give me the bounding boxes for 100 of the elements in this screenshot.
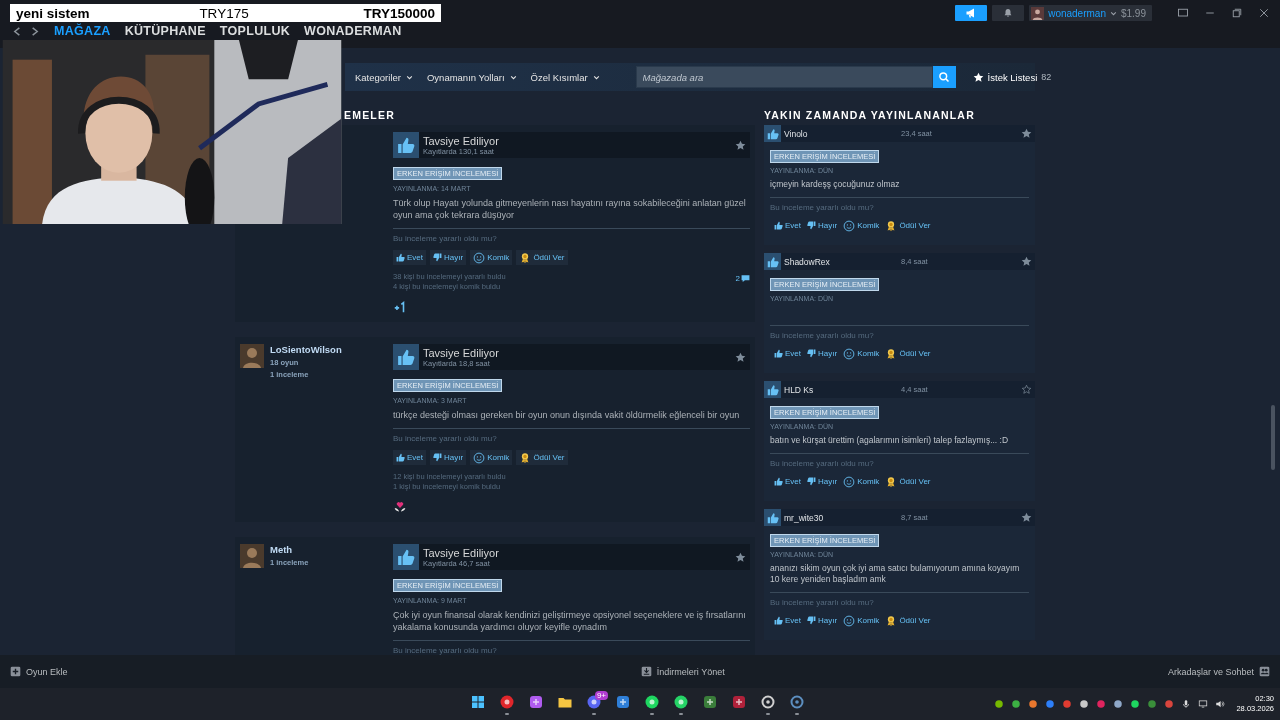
tray-icon[interactable] [1130,699,1141,709]
search-field[interactable]: Mağazada ara [635,66,933,88]
announcements-button[interactable] [955,5,988,21]
star-icon[interactable] [1021,512,1032,523]
vote-button[interactable]: Hayır [807,613,838,628]
vote-button[interactable]: Ödül Ver [516,450,568,465]
scrollbar-thumb[interactable] [1271,405,1275,470]
account-name: wonaderman [1048,7,1106,19]
thumbs-down-icon [807,616,816,625]
author-name[interactable]: ShadowRex [784,256,901,267]
app-icon[interactable] [499,693,515,710]
app-icon[interactable] [731,693,747,710]
volume-icon[interactable] [1215,699,1226,709]
vote-button[interactable]: Hayır [430,250,467,265]
vote-button[interactable]: Komik [470,250,513,265]
vote-button[interactable]: Evet [393,450,426,465]
review-text: ananızı sikim oyun çok iyi ama satıcı bulamıyorum amına koyayım 10 kere yeniden başladım amk [770,563,1020,584]
vote-button[interactable]: Ödül Ver [885,346,931,361]
author-name[interactable]: Vinolo [784,128,901,139]
helpful-question: Bu inceleme yararlı oldu mu? [393,434,498,443]
tray-icon[interactable] [1028,699,1039,709]
account-button[interactable]: wonaderman $1.99 [1029,5,1152,21]
thumbs-up-icon [766,255,779,268]
vote-button[interactable]: Hayır [807,474,838,489]
vote-button[interactable]: Hayır [807,218,838,233]
nav-tab[interactable]: WONADERMAN [304,24,402,38]
vote-button[interactable]: Ödül Ver [885,474,931,489]
star-icon[interactable] [735,139,746,151]
vote-button[interactable]: Ödül Ver [516,250,568,265]
comments-link[interactable]: 2 [735,274,750,283]
smiley-icon [843,219,856,232]
helpful-question: Bu inceleme yararlı oldu mu? [393,234,498,243]
star-icon[interactable] [735,351,746,363]
app-icon[interactable] [528,693,544,710]
app-icon[interactable] [673,693,689,710]
tray-icon[interactable] [994,699,1005,709]
plus-one-award-icon [393,300,407,314]
nav-menu[interactable]: Kategoriler [355,71,413,83]
vote-button[interactable]: Komik [843,218,880,233]
microphone-icon[interactable] [1181,699,1192,709]
chevron-down-icon [405,73,413,81]
friends-icon [1259,666,1270,677]
vote-button[interactable]: Evet [393,250,426,265]
vote-button[interactable]: Ödül Ver [885,218,931,233]
vote-button[interactable]: Ödül Ver [885,613,931,628]
wishlist-link[interactable]: İstek Listesi 82 [972,71,1052,83]
nav-tab[interactable]: KÜTÜPHANE [124,24,206,38]
downloads-button[interactable]: İndirmeleri Yönet [640,666,725,677]
tray-icon[interactable] [1079,699,1090,709]
smiley-icon [473,251,486,264]
app-icon[interactable] [615,693,631,710]
chevron-down-icon [509,73,517,81]
thumbs-up-icon [774,221,783,230]
thumbs-down-icon [807,221,816,230]
vote-button[interactable]: Evet [774,346,801,361]
search-icon [938,71,951,83]
thumbs-up-icon [766,383,779,396]
add-game-button[interactable]: Oyun Ekle [10,666,68,677]
app-icon[interactable] [470,693,486,710]
app-icon[interactable] [760,693,776,710]
nav-tab[interactable]: TOPLULUK [219,24,291,38]
star-icon[interactable] [735,551,746,563]
vote-button[interactable]: Komik [843,474,880,489]
star-icon[interactable] [1021,128,1032,139]
nav-menu[interactable]: Oynamanın Yolları [426,71,517,83]
close-icon[interactable] [1258,7,1270,19]
app-icon[interactable] [644,693,660,710]
author-name[interactable]: HLD Ks [784,384,901,395]
vote-button[interactable]: Komik [843,613,880,628]
maximize-icon[interactable] [1231,7,1243,19]
author-name[interactable]: LoSientoWilson [270,344,342,355]
bell-icon [1003,8,1014,18]
vote-button[interactable]: Komik [843,346,880,361]
author-name[interactable]: mr_wite30 [784,512,901,523]
forward-icon[interactable] [29,25,40,37]
app-icon[interactable] [702,693,718,710]
nav-menu[interactable]: Özel Kısımlar [530,71,600,83]
tray-icon[interactable] [1113,699,1124,709]
tray-icon[interactable] [1147,699,1158,709]
thumbs-up-icon [774,349,783,358]
nav-tab[interactable]: MAĞAZA [54,24,111,38]
back-icon[interactable] [12,25,23,37]
thumbs-up-icon [766,127,779,140]
comment-icon [741,274,750,283]
vote-button[interactable]: Evet [774,218,801,233]
notifications-button[interactable] [992,5,1025,21]
tray-icon[interactable] [1045,699,1056,709]
star-icon[interactable] [1021,256,1032,267]
download-icon [640,666,652,677]
vote-button[interactable]: Hayır [430,450,467,465]
vote-button[interactable]: Komik [470,450,513,465]
vote-button[interactable]: Evet [774,613,801,628]
vote-button[interactable]: Evet [774,474,801,489]
friends-chat-button[interactable]: Arkadaşlar ve Sohbet [1167,666,1270,677]
star-outline-icon[interactable] [1021,384,1032,395]
vote-button[interactable]: Hayır [807,346,838,361]
author-name[interactable]: Meth [270,544,309,555]
thumbs-up-icon [397,136,415,154]
search-button[interactable] [932,66,956,88]
tray-icon[interactable] [1011,699,1022,709]
